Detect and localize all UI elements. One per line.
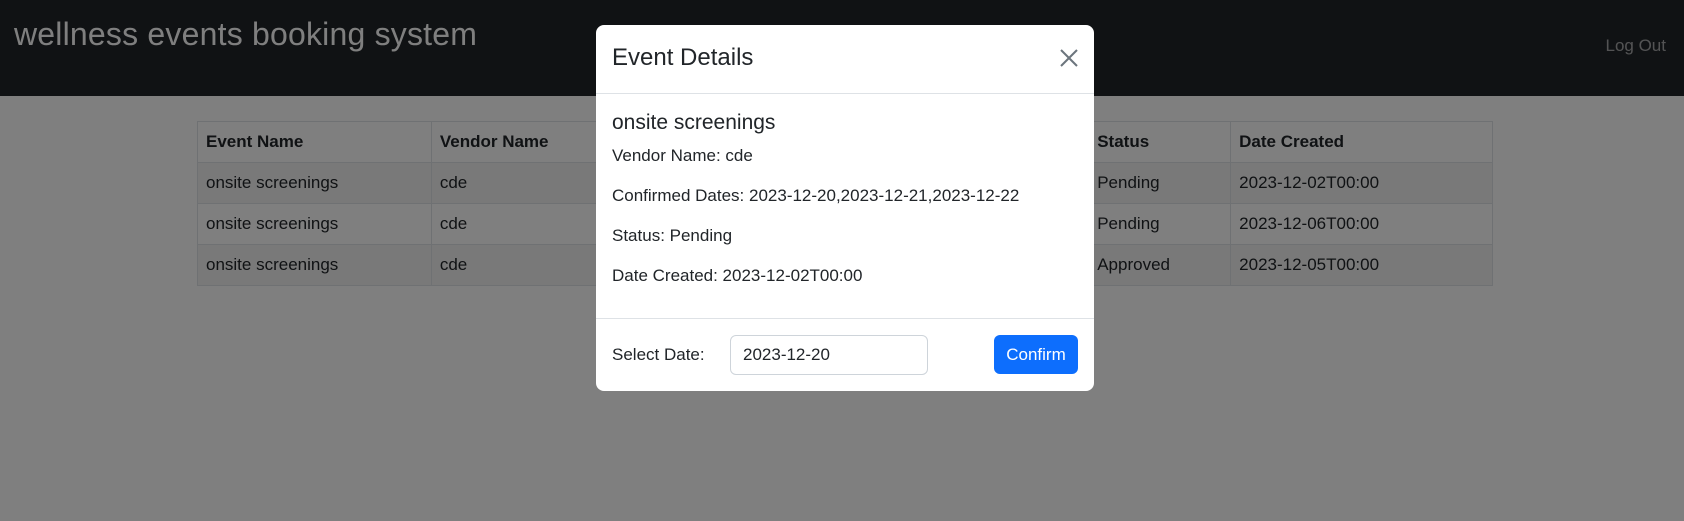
status-line: Status: Pending [612,226,733,245]
event-name-heading: onsite screenings [612,111,776,134]
modal-body: onsite screenings Vendor Name: cde Confi… [596,94,1094,318]
page: wellness events booking system Log Out E… [0,0,1684,521]
select-date-input[interactable] [730,335,928,375]
vendor-name-line: Vendor Name: cde [612,146,753,165]
modal-footer: Select Date: Confirm [596,318,1094,391]
select-date-label: Select Date: [612,345,705,364]
modal-header: Event Details [596,25,1094,94]
close-button[interactable] [1058,47,1080,69]
close-icon [1060,49,1078,67]
confirmed-dates-line: Confirmed Dates: 2023-12-20,2023-12-21,2… [612,186,1020,205]
modal-title: Event Details [612,44,754,71]
confirm-button[interactable]: Confirm [994,335,1078,374]
date-created-line: Date Created: 2023-12-02T00:00 [612,266,863,285]
event-details-modal: Event Details onsite screenings Vendor N… [596,25,1094,391]
